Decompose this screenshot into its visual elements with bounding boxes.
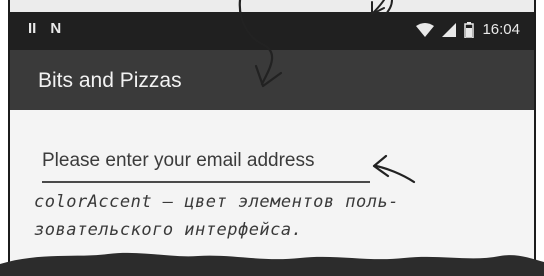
annotation-line-2: зовательского интерфейса. [34,220,303,240]
screenshot: II N 16:04 Bits and Pizzas Please enter … [0,0,544,276]
pause-icon: II [28,20,37,37]
app-bar: Bits and Pizzas [10,50,534,110]
status-time: 16:04 [482,21,520,38]
wifi-icon [416,22,435,37]
annotation-line-1: colorAccent — цвет элементов поль- [34,192,399,212]
notification-n-icon: N [50,20,62,37]
app-title: Bits and Pizzas [38,69,182,92]
battery-icon [464,21,475,38]
email-input[interactable]: Please enter your email address [42,150,314,172]
cellular-signal-icon [442,22,457,37]
email-input-underline [42,181,370,183]
status-bar: II N 16:04 [10,12,534,50]
status-notification-icons: II N [28,20,61,37]
status-system-icons: 16:04 [416,21,520,38]
